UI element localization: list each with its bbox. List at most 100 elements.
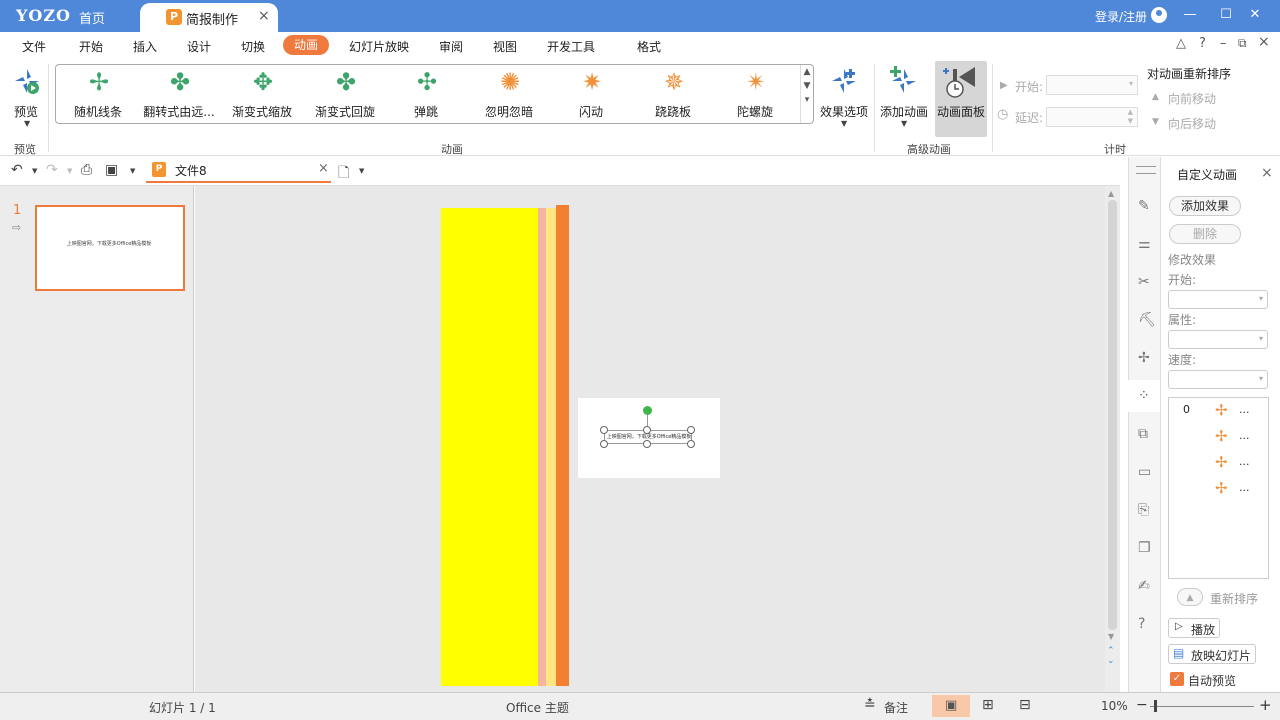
collapse-ribbon-icon[interactable]: △ [1176,36,1186,51]
more-dropdown-icon[interactable]: ▼ [130,167,135,175]
gallery-scroll[interactable]: ▲ ▼ ▾ [800,65,813,123]
redo-icon[interactable]: ↷ [46,162,58,178]
new-file-dropdown-icon[interactable]: ▼ [359,167,364,175]
edit-icon[interactable]: ✍ [1138,578,1150,594]
speed-dropdown[interactable]: ▾ [1168,370,1268,389]
menu-design[interactable]: 设计 [187,38,211,55]
play-button[interactable]: ▷ 播放 [1168,618,1220,638]
animation-item[interactable]: ... [1239,403,1250,416]
help-circle-icon[interactable]: ? [1138,616,1145,632]
normal-view-button[interactable]: ▣ [932,695,970,717]
zoom-in-button[interactable]: + [1259,696,1272,714]
scroll-thumb[interactable] [1108,200,1117,630]
menu-transition[interactable]: 切换 [241,38,265,55]
menu-developer[interactable]: 开发工具 [547,38,595,55]
reorder-up-button[interactable]: ▲ [1177,588,1203,606]
ribbon-restore-icon[interactable]: ⧉ [1238,36,1247,51]
effect-fade-zoom[interactable]: ✥ 渐变式缩放 [222,65,302,123]
close-window-button[interactable]: ✕ [1245,7,1265,22]
pink-stripe[interactable] [538,208,546,686]
image-icon[interactable]: ⧉ [1138,426,1148,442]
menu-view[interactable]: 视图 [493,38,517,55]
animation-star-icon[interactable]: ✢ [1138,350,1150,366]
preview-button[interactable] [12,66,42,96]
menu-slideshow[interactable]: 幻灯片放映 [349,38,409,55]
menu-animation[interactable]: 动画 [283,35,329,55]
effect-bounce[interactable]: ✣ 弹跳 [386,65,466,123]
menu-review[interactable]: 审阅 [439,38,463,55]
new-file-icon[interactable]: 🗋 [338,162,349,186]
reading-view-icon[interactable]: ⊟ [1019,697,1031,713]
add-effect-button[interactable]: 添加效果 [1169,196,1241,216]
notes-icon[interactable]: ≛ [864,697,876,713]
effect-options-label[interactable]: 效果选项 [820,103,868,120]
comment-icon[interactable]: ▭ [1138,464,1151,480]
resize-handle-bl[interactable] [600,440,608,448]
scroll-up-icon[interactable]: ▲ [1108,189,1114,198]
print-preview-icon[interactable]: ⎙ [81,162,92,178]
file-close-icon[interactable]: × [318,161,329,176]
copy-icon[interactable]: ❐ [1138,540,1151,556]
move-forward-button[interactable]: 向前移动 [1168,90,1216,107]
effect-options-button[interactable] [830,67,858,95]
menu-insert[interactable]: 插入 [133,38,157,55]
adjust-icon[interactable]: ⚌ [1138,236,1151,252]
add-animation-label[interactable]: 添加动画 [880,103,928,120]
effect-options-dropdown-icon[interactable]: ▼ [841,119,847,128]
resize-handle-br[interactable] [687,440,695,448]
add-animation-dropdown-icon[interactable]: ▼ [901,119,907,128]
resize-handle-t[interactable] [643,426,651,434]
help-icon[interactable]: ? [1199,36,1206,51]
animation-item[interactable]: ... [1239,481,1250,494]
effect-flash[interactable]: ✷ 闪动 [551,65,631,123]
effect-spin[interactable]: ✴ 陀螺旋 [715,65,795,123]
animation-item[interactable]: ... [1239,429,1250,442]
login-link[interactable]: 登录/注册 [1095,8,1147,25]
tools-icon[interactable]: ✂ [1138,274,1150,290]
yellow-shape[interactable] [441,208,538,686]
page-nav-icon[interactable]: ⌃ ⌄ [1107,646,1115,666]
pen-icon[interactable]: ✎ [1138,198,1150,214]
menu-home[interactable]: 开始 [79,38,103,55]
start-select[interactable]: ▾ [1046,75,1138,95]
ribbon-minimize-icon[interactable]: – [1220,36,1227,51]
animation-item[interactable]: ... [1239,455,1250,468]
document-tab[interactable]: P 简报制作 × [140,3,278,32]
home-tab[interactable]: 首页 [79,8,105,27]
orange-stripe[interactable] [556,205,569,686]
delete-button[interactable]: 删除 [1169,224,1241,244]
grid-icon[interactable]: ⁘ [1138,388,1150,404]
zoom-slider[interactable] [1150,706,1254,707]
start-dropdown[interactable]: ▾ [1168,290,1268,309]
ribbon-close-icon[interactable]: × [1258,34,1270,50]
maximize-button[interactable]: ☐ [1216,7,1236,22]
user-avatar-icon[interactable] [1151,7,1167,23]
effect-random-lines[interactable]: ✢ 随机线条 [58,65,138,123]
minimize-button[interactable]: — [1180,7,1200,22]
close-tab-icon[interactable]: × [258,8,270,24]
brush-icon[interactable]: ⛏ [1138,312,1156,328]
menu-file[interactable]: 文件 [22,38,46,55]
panel-grip-icon[interactable] [1136,166,1156,174]
redo-dropdown-icon[interactable]: ▼ [67,167,72,175]
property-dropdown[interactable]: ▾ [1168,330,1268,349]
slide-thumbnail[interactable] [35,205,185,291]
undo-icon[interactable]: ↶ [11,162,23,178]
zoom-out-button[interactable]: − [1136,697,1148,713]
resize-handle-b[interactable] [643,440,651,448]
add-animation-button[interactable] [889,66,919,96]
animation-panel-button[interactable]: 动画面板 [935,61,987,137]
effect-seesaw[interactable]: ✵ 跷跷板 [633,65,713,123]
file-tab[interactable]: P 文件8 × [146,159,331,183]
effect-flip-far[interactable]: ✤ 翻转式由远... [139,65,219,123]
rotate-handle[interactable] [643,406,652,415]
undo-dropdown-icon[interactable]: ▼ [32,167,37,175]
resize-handle-tr[interactable] [687,426,695,434]
notes-button[interactable]: 备注 [884,699,908,716]
resize-handle-tl[interactable] [600,426,608,434]
clipboard-icon[interactable]: ⎘ [1138,502,1149,518]
zoom-slider-thumb[interactable] [1154,700,1157,712]
menu-format[interactable]: 格式 [637,38,661,55]
effect-flicker[interactable]: ✺ 忽明忽暗 [469,65,549,123]
effect-fade-swivel[interactable]: ✤ 渐变式回旋 [305,65,385,123]
